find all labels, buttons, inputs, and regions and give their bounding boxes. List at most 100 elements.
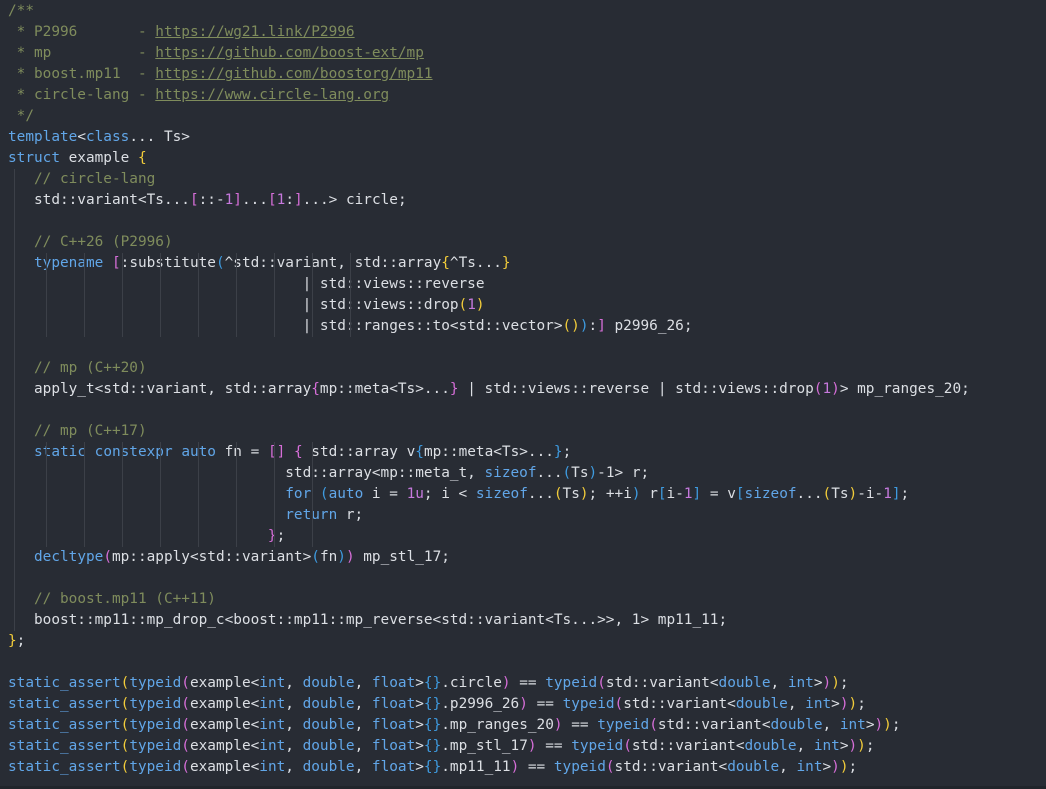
code-token: ): [831, 381, 840, 397]
code-token: double: [727, 759, 780, 775]
code-token: std::variant<: [623, 696, 736, 712]
code-token: ==: [562, 717, 598, 733]
code-token: .mp_stl_17: [441, 738, 528, 754]
code-token: ): [510, 759, 520, 775]
code-token: example<: [189, 717, 260, 733]
code-token: >: [415, 759, 424, 775]
code-token: ,: [285, 717, 303, 733]
code-token: ,: [285, 675, 303, 691]
code-line: };: [8, 526, 970, 547]
code-token: :: [285, 192, 294, 208]
code-token: (: [181, 696, 190, 712]
code-token: ;: [891, 717, 901, 733]
code-token: int: [259, 717, 286, 733]
code-token: ...> circle;: [302, 192, 407, 208]
code-token: {: [415, 444, 424, 460]
code-token: ): [874, 717, 884, 733]
code-link[interactable]: https://github.com/boostorg/mp11: [155, 66, 432, 82]
code-line: decltype(mp::apply<std::variant>(fn)) mp…: [8, 547, 970, 568]
code-token: {}: [423, 675, 442, 691]
code-token: double: [770, 717, 823, 733]
code-line: | std::ranges::to<std::vector>()):] p299…: [8, 316, 970, 337]
indent-guide: [122, 442, 123, 547]
code-token: ^Ts...: [449, 255, 502, 271]
code-token: ): [831, 759, 840, 775]
code-token: float: [371, 717, 416, 733]
code-token: ): [553, 717, 563, 733]
code-token: // C++26 (P2996): [34, 234, 173, 250]
indent-guide: [46, 442, 47, 547]
code-token: ): [579, 486, 589, 502]
code-token: ,: [779, 759, 797, 775]
code-token: static: [34, 444, 86, 460]
code-token: >: [839, 738, 849, 754]
code-token: int: [259, 696, 286, 712]
code-link[interactable]: https://wg21.link/P2996: [155, 24, 354, 40]
code-token: >: [415, 717, 424, 733]
code-token: float: [371, 696, 416, 712]
code-token: (: [649, 717, 658, 733]
code-token: float: [371, 738, 416, 754]
indent-guide: [160, 442, 161, 547]
code-link[interactable]: https://www.circle-lang.org: [155, 87, 389, 103]
code-token: .circle: [441, 675, 502, 691]
indent-guide: [198, 442, 199, 547]
code-token: ,: [787, 696, 806, 712]
code-token: mp_stl_17;: [354, 549, 450, 565]
code-token: ==: [536, 738, 572, 754]
code-token: :substitute: [120, 255, 216, 271]
code-line: // C++26 (P2996): [8, 232, 970, 253]
code-token: int: [796, 759, 823, 775]
code-token: -1> r;: [597, 465, 650, 481]
code-link[interactable]: https://github.com/boost-ext/mp: [155, 45, 424, 61]
code-token: typeid: [571, 738, 624, 754]
code-token: -i-: [857, 486, 884, 502]
code-line: * circle-lang - https://www.circle-lang.…: [8, 85, 970, 106]
code-token: int: [259, 759, 286, 775]
code-token: float: [371, 675, 416, 691]
code-token: typeid: [129, 717, 182, 733]
code-token: * boost.mp11 -: [8, 66, 156, 82]
code-token: std::variant<: [605, 675, 719, 691]
code-line: | std::views::drop(1): [8, 295, 970, 316]
code-token: }: [267, 528, 277, 544]
code-token: static_assert: [8, 675, 121, 691]
code-token: double: [302, 738, 355, 754]
code-token: double: [735, 696, 788, 712]
code-token: int: [259, 675, 286, 691]
code-token: 1: [822, 381, 832, 397]
code-token: // mp (C++17): [34, 423, 147, 439]
code-line: boost::mp11::mp_drop_c<boost::mp11::mp_r…: [8, 610, 970, 631]
code-token: (: [181, 759, 190, 775]
code-token: struct: [8, 150, 60, 166]
code-token: ,: [285, 738, 303, 754]
code-token: | std::views::reverse: [8, 276, 485, 292]
code-token: static_assert: [8, 696, 121, 712]
code-token: ,: [770, 675, 788, 691]
code-token: ): [839, 696, 849, 712]
indent-guide: [274, 442, 275, 547]
code-token: []: [267, 444, 286, 460]
code-token: (: [605, 759, 615, 775]
code-token: * circle-lang -: [8, 87, 156, 103]
code-view[interactable]: /** * P2996 - https://wg21.link/P2996 * …: [8, 1, 970, 778]
code-token: ]: [293, 192, 303, 208]
code-token: [: [657, 486, 667, 502]
code-token: ): [883, 717, 892, 733]
code-token: double: [718, 675, 771, 691]
code-token: {: [137, 150, 147, 166]
code-token: ;: [865, 738, 875, 754]
code-line: */: [8, 106, 970, 127]
code-token: typeid: [129, 738, 182, 754]
code-token: p2996_26;: [605, 318, 693, 334]
code-token: ;: [848, 759, 858, 775]
code-token: (: [553, 486, 563, 502]
code-token: double: [302, 717, 355, 733]
code-token: [: [735, 486, 745, 502]
code-token: (: [562, 465, 572, 481]
